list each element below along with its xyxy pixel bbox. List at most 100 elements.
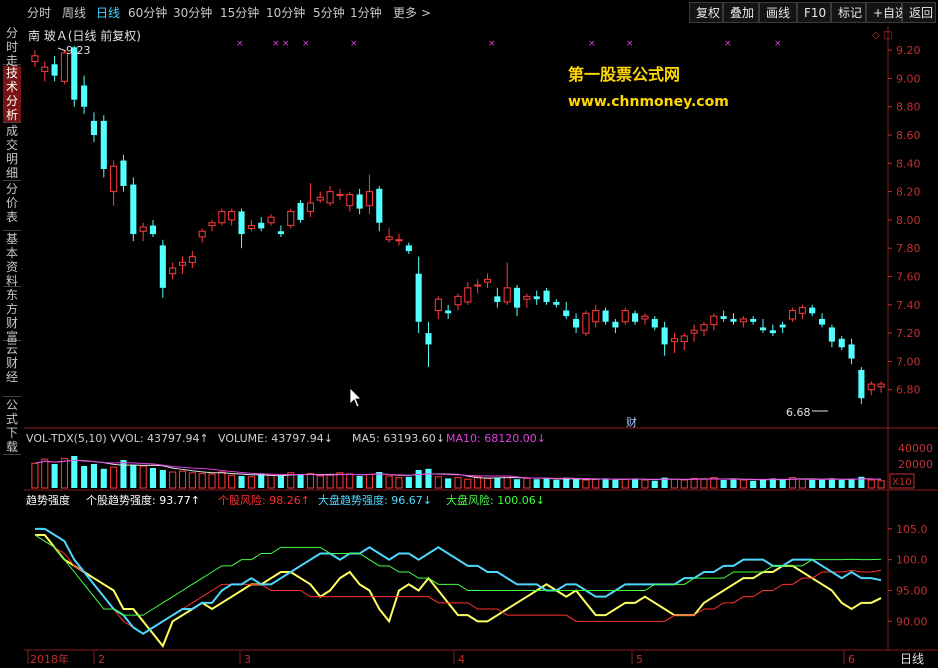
sidebar-tab-0[interactable]: 分时走势 <box>3 26 21 82</box>
period-tab-9[interactable]: 更多 > <box>393 4 431 21</box>
candle-body <box>297 202 304 220</box>
watermark-url: www.chnmoney.com <box>568 94 729 110</box>
volume-bar <box>188 472 196 489</box>
candle-body <box>848 344 855 359</box>
volume-bar <box>149 468 157 488</box>
candle-body <box>425 333 432 345</box>
toolbar-button-1[interactable]: 叠加 <box>723 2 759 23</box>
sidebar-tab-6[interactable]: 云财经 <box>3 342 21 397</box>
stock-chart-area[interactable]: ◇ □ 9.20 9.00 8.80 8.60 8.40 8.20 8.00 7.80 7.60 7… <box>24 26 938 668</box>
volume-bar <box>867 479 875 489</box>
volume-bar <box>90 464 98 488</box>
candle-body <box>621 309 629 323</box>
volume-bar <box>523 477 531 489</box>
square-icon: □ <box>883 30 892 41</box>
volume-bar <box>612 480 619 488</box>
volume-bar <box>632 478 639 488</box>
period-tab-4[interactable]: 30分钟 <box>173 4 212 21</box>
volume-bar <box>690 477 698 489</box>
price-label: 6.80 <box>896 384 921 397</box>
volume-bar <box>759 479 767 488</box>
volume-bar <box>198 473 206 489</box>
price-label: 7.20 <box>896 327 921 340</box>
period-tab-7[interactable]: 5分钟 <box>313 4 345 21</box>
candle-body <box>513 287 521 308</box>
candle-body <box>661 327 668 345</box>
toolbar-button-6[interactable]: 返回 <box>902 2 936 23</box>
sidebar-tab-1[interactable]: 技术分析 <box>3 66 21 123</box>
candle-body <box>336 193 344 196</box>
toolbar-button-0[interactable]: 复权 <box>689 2 723 23</box>
sidebar-tab-5[interactable]: 东方财富 <box>3 288 21 344</box>
candle-body <box>267 216 275 224</box>
sidebar-tab-2[interactable]: 成交明细 <box>3 124 21 181</box>
volume-bar <box>700 478 708 489</box>
candle-body <box>110 165 118 193</box>
candle-body <box>51 64 58 76</box>
candle-body <box>198 230 206 238</box>
candle-body <box>159 245 166 288</box>
volume-bar <box>582 479 590 489</box>
candle-body <box>483 278 492 283</box>
toolbar-button-3[interactable]: F10 <box>797 2 831 23</box>
candle-body <box>690 329 698 334</box>
candle-body <box>750 318 757 322</box>
volume-bar <box>739 479 747 489</box>
volume-bar <box>395 477 403 489</box>
price-label: 7.40 <box>896 299 921 312</box>
period-tab-8[interactable]: 1分钟 <box>350 4 382 21</box>
volume-bar <box>798 478 806 489</box>
volume-indicator-2: MA5: 63193.60↓ <box>352 432 445 445</box>
candle-body <box>858 369 865 399</box>
candle-body <box>60 52 68 82</box>
volume-bar <box>365 473 373 489</box>
candle-body <box>90 120 98 136</box>
volume-bar <box>218 471 226 489</box>
event-marker: × <box>302 39 310 49</box>
volume-indicator-1: VOLUME: 43797.94↓ <box>218 432 333 445</box>
volume-bar <box>316 475 324 489</box>
candle-body <box>81 85 88 107</box>
sidebar-tab-4[interactable]: 基本资料 <box>3 232 21 288</box>
period-tab-2[interactable]: 日线 <box>96 4 120 21</box>
candle-body <box>445 310 452 314</box>
toolbar-button-2[interactable]: 画线 <box>759 2 797 23</box>
candle-body <box>120 160 127 186</box>
volume-bar <box>81 466 88 488</box>
toolbar-button-4[interactable]: 标记 <box>831 2 866 23</box>
strength-axis-label: 95.00 <box>896 585 928 598</box>
strength-axis-label: 100.0 <box>896 554 928 567</box>
date-label: 4 <box>458 653 465 666</box>
strength-axis-label: 90.00 <box>896 615 928 628</box>
candle-body <box>670 338 679 343</box>
strength-indicator-2: 个股风险: 98.26↑ <box>218 493 310 507</box>
sidebar-tab-3[interactable]: 分价表 <box>3 182 21 231</box>
period-tab-0[interactable]: 分时 <box>27 4 51 21</box>
candle-body <box>405 245 412 252</box>
candle-body <box>464 287 472 303</box>
volume-bar <box>720 480 727 488</box>
period-tab-6[interactable]: 10分钟 <box>266 4 305 21</box>
event-marker: × <box>774 39 782 49</box>
price-label: 7.00 <box>896 355 921 368</box>
candle-body <box>218 210 226 224</box>
candle-body <box>798 307 806 314</box>
sidebar-tab-7[interactable]: 公式下载 <box>3 398 21 455</box>
period-tab-5[interactable]: 15分钟 <box>220 4 259 21</box>
toolbar-button-5[interactable]: +自选 <box>866 2 907 23</box>
volume-bar <box>680 479 688 489</box>
event-marker: × <box>724 39 732 49</box>
period-tab-1[interactable]: 周线 <box>62 4 86 21</box>
volume-bar <box>31 462 39 489</box>
candle-body <box>710 315 718 326</box>
date-label: 5 <box>636 653 643 666</box>
period-tab-3[interactable]: 60分钟 <box>128 4 167 21</box>
event-marker: × <box>350 39 358 49</box>
volume-bar <box>750 480 757 488</box>
candle-body <box>582 312 590 334</box>
volume-bar <box>602 478 609 488</box>
candle-body <box>739 318 747 323</box>
volume-bar <box>483 477 492 489</box>
candle-body <box>828 327 835 342</box>
candle-body <box>178 261 187 266</box>
